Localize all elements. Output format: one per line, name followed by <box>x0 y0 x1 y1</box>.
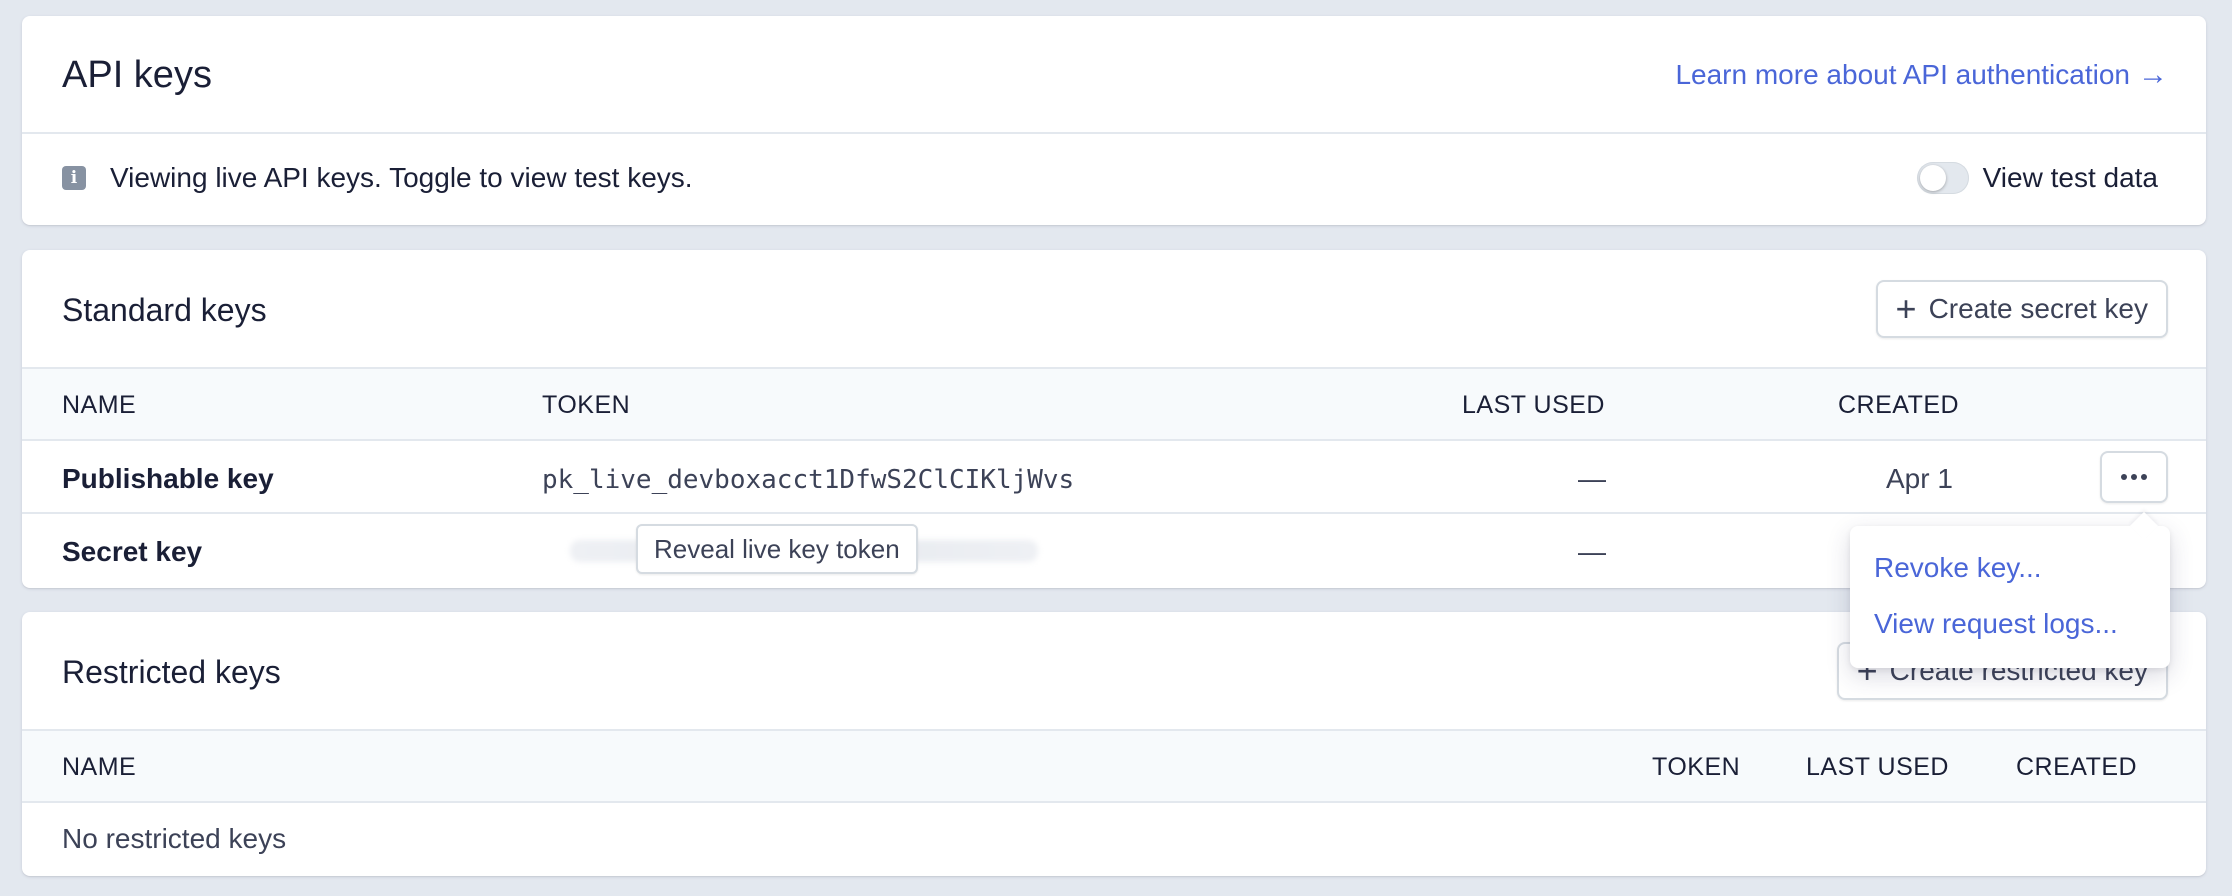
last-used-value: — <box>1578 536 1606 567</box>
arrow-right-icon: → <box>2138 58 2168 91</box>
column-header-created: CREATED <box>1838 391 1960 419</box>
key-name: Secret key <box>62 536 203 567</box>
table-header: NAME TOKEN LAST USED CREATED <box>22 369 2206 441</box>
menu-item-view-request-logs[interactable]: View request logs... <box>1874 608 2118 640</box>
empty-state-row: No restricted keys <box>22 803 2206 874</box>
more-actions-button[interactable] <box>2100 451 2168 503</box>
reveal-key-button[interactable]: Reveal live key token <box>636 524 918 574</box>
test-data-toggle[interactable] <box>1916 162 1969 194</box>
page-title: API keys <box>62 54 212 96</box>
section-title: Restricted keys <box>62 654 281 690</box>
key-name: Publishable key <box>62 463 274 494</box>
learn-more-link[interactable]: Learn more about API authentication → <box>1675 58 2168 92</box>
section-title: Standard keys <box>62 292 267 328</box>
key-token[interactable]: pk_live_devboxacct1DfwS2ClCIKljWvs <box>542 465 1074 495</box>
table-row: Publishable key pk_live_devboxacct1DfwS2… <box>22 441 2206 514</box>
column-header-name: NAME <box>62 391 137 419</box>
learn-more-label: Learn more about API authentication <box>1675 59 2130 90</box>
column-header-last-used: LAST USED <box>1806 753 1949 781</box>
table-header: NAME TOKEN LAST USED CREATED <box>22 731 2206 803</box>
key-actions-menu: Revoke key... View request logs... <box>1850 526 2170 668</box>
column-header-name: NAME <box>62 753 137 781</box>
more-horizontal-icon <box>2121 474 2147 480</box>
standard-keys-header: Standard keys + Create secret key <box>22 250 2206 369</box>
live-keys-notice: i Viewing live API keys. Toggle to view … <box>22 134 2206 223</box>
last-used-value: — <box>1578 463 1606 494</box>
info-icon: i <box>62 166 86 190</box>
plus-icon: + <box>1895 288 1917 329</box>
empty-state-text: No restricted keys <box>62 823 287 854</box>
create-secret-key-label: Create secret key <box>1928 293 2148 324</box>
toggle-label: View test data <box>1982 162 2158 193</box>
column-header-token: TOKEN <box>1652 753 1741 781</box>
created-value: Apr 1 <box>1886 463 1953 494</box>
api-keys-card: API keys Learn more about API authentica… <box>22 16 2206 225</box>
column-header-token: TOKEN <box>542 391 631 419</box>
menu-item-revoke-key[interactable]: Revoke key... <box>1874 552 2042 584</box>
create-secret-key-button[interactable]: + Create secret key <box>1875 280 2168 338</box>
notice-text: Viewing live API keys. Toggle to view te… <box>110 162 693 193</box>
test-data-toggle-group: View test data <box>1916 162 2158 194</box>
column-header-last-used: LAST USED <box>1462 391 1605 419</box>
column-header-created: CREATED <box>2016 753 2138 781</box>
api-keys-header: API keys Learn more about API authentica… <box>22 16 2206 134</box>
toggle-knob <box>1919 165 1946 191</box>
